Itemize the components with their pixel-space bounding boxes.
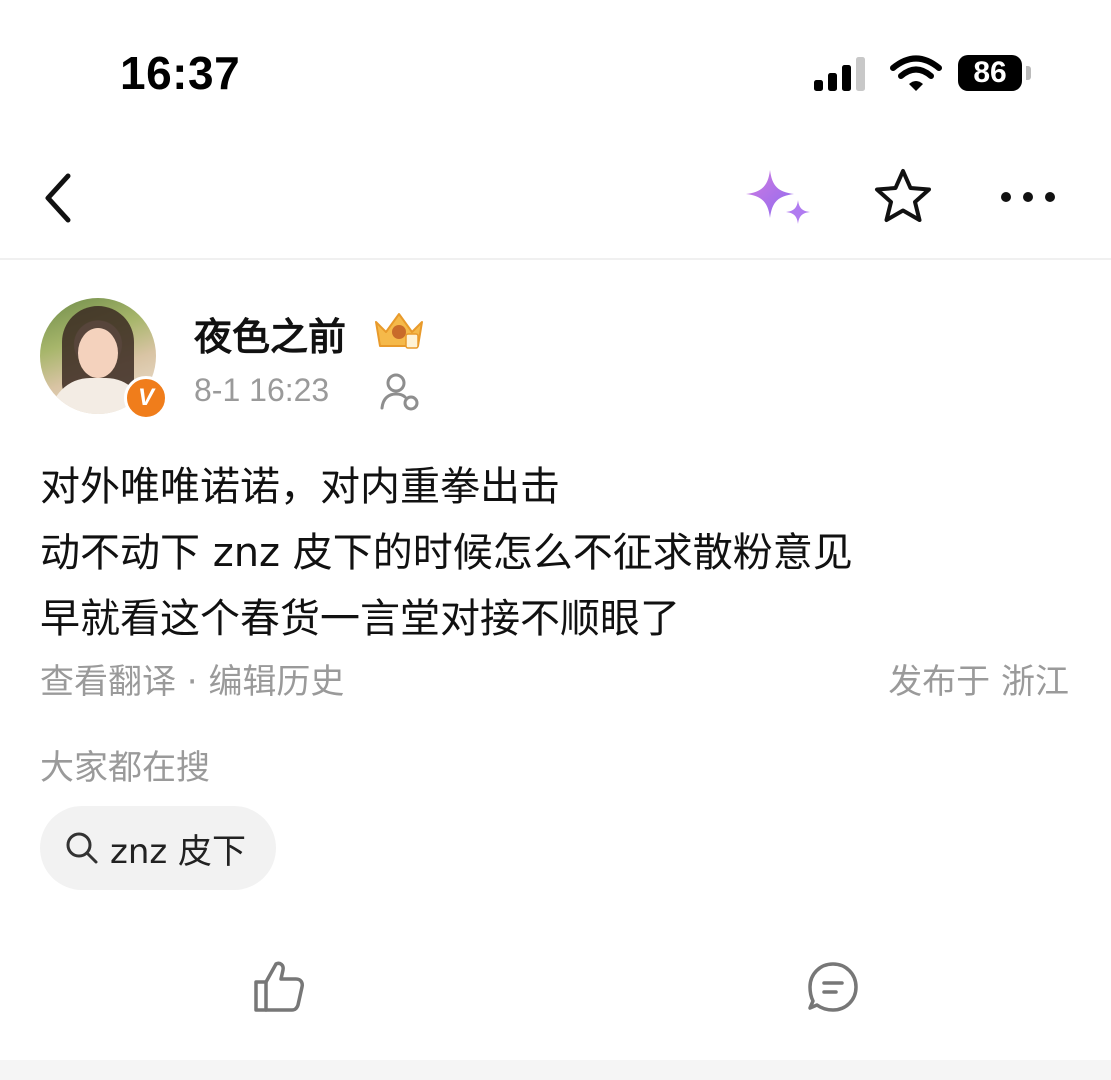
trending-search-label: znz 皮下 — [110, 831, 247, 872]
edit-history-link[interactable]: 编辑历史 — [208, 662, 344, 702]
more-icon[interactable] — [998, 184, 1058, 210]
ai-sparkle-icon[interactable] — [742, 166, 816, 230]
crown-badge-icon — [375, 313, 423, 349]
bottom-strip — [0, 1060, 1111, 1080]
battery-level: 86 — [958, 55, 1022, 91]
wifi-icon — [890, 55, 942, 91]
back-icon[interactable] — [36, 170, 80, 226]
battery-icon: 86 — [958, 55, 1031, 91]
like-icon[interactable] — [252, 958, 306, 1014]
status-bar: 16:37 86 — [0, 0, 1111, 140]
post-line: 动不动下 znz 皮下的时候怎么不征求散粉意见 — [40, 530, 853, 576]
post-meta-links: 查看翻译 · 编辑历史 — [40, 654, 344, 703]
post-timestamp: 8-1 16:23 — [194, 372, 330, 408]
status-time: 16:37 — [120, 47, 241, 99]
nav-divider — [0, 258, 1111, 260]
post-content: 对外唯唯诺诺，对内重拳出击 动不动下 znz 皮下的时候怎么不征求散粉意见 早就… — [40, 454, 1070, 652]
post-line: 对外唯唯诺诺，对内重拳出击 — [40, 464, 560, 510]
comment-icon[interactable] — [806, 960, 860, 1014]
trending-search-heading: 大家都在搜 — [40, 748, 210, 788]
signal-icon — [814, 57, 865, 91]
view-translation-link[interactable]: 查看翻译 — [40, 662, 176, 702]
search-icon — [66, 832, 98, 864]
trending-search-chip[interactable]: znz 皮下 — [40, 806, 276, 890]
post-line: 早就看这个春货一言堂对接不顺眼了 — [40, 596, 680, 642]
battery-tip — [1026, 66, 1031, 80]
follow-user-icon[interactable] — [380, 372, 422, 412]
star-icon[interactable] — [872, 166, 934, 228]
verified-badge: V — [124, 376, 168, 420]
avatar-face — [78, 328, 118, 378]
meta-separator: · — [176, 662, 209, 702]
post-location: 发布于 浙江 — [888, 662, 1069, 702]
nav-bar — [0, 140, 1111, 258]
author-name[interactable]: 夜色之前 — [194, 306, 346, 361]
